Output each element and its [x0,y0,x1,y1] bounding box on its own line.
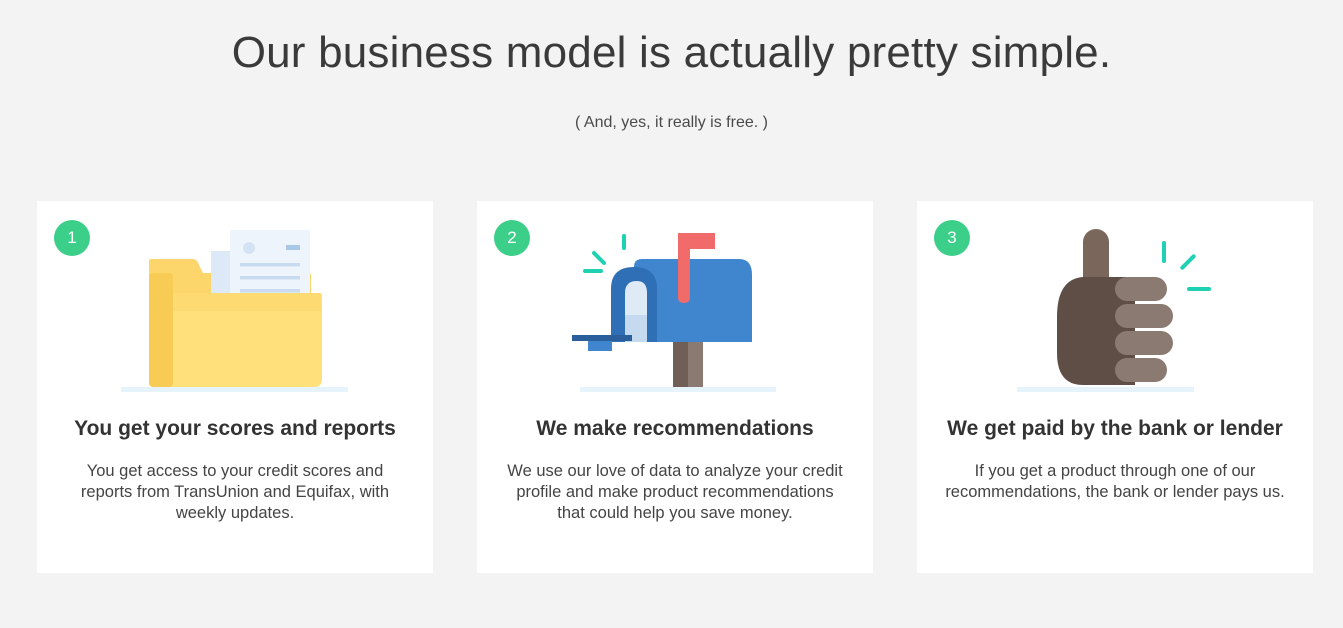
folder-with-documents-icon [37,221,433,401]
step-card-2: 2 We make recommendations We use our lov… [477,201,873,573]
step-number-badge: 2 [494,220,530,256]
mailbox-icon [477,221,873,401]
step-card-1: 1 You get your scores and reports You ge… [37,201,433,573]
step-number-badge: 1 [54,220,90,256]
page-title: Our business model is actually pretty si… [231,28,1112,77]
step-title: We make recommendations [536,417,814,440]
step-description: You get access to your credit scores and… [80,462,390,522]
step-description: If you get a product through one of our … [945,462,1285,501]
step-title: We get paid by the bank or lender [947,417,1283,440]
step-description: We use our love of data to analyze your … [507,462,843,522]
page-subtitle: ( And, yes, it really is free. ) [575,114,768,131]
step-number-badge: 3 [934,220,970,256]
thumbs-up-icon [917,221,1313,401]
step-card-3: 3 We get paid by the bank or lender If y… [917,201,1313,573]
step-title: You get your scores and reports [74,417,396,440]
